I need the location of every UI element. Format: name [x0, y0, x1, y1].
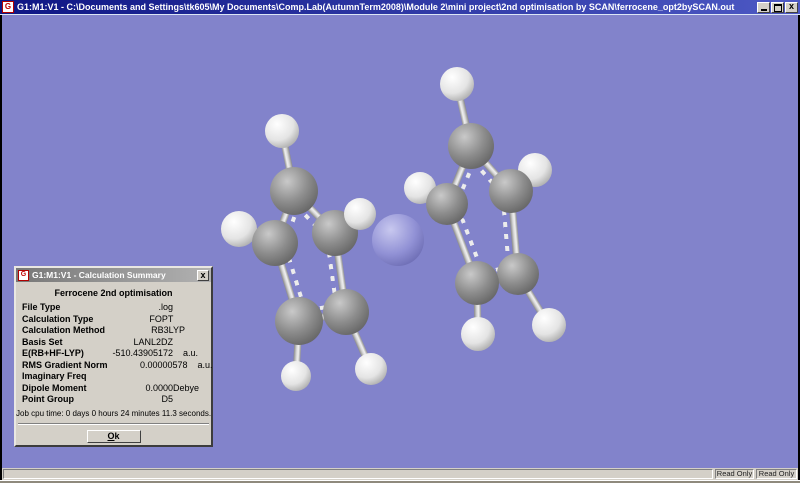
dialog-separator [18, 423, 209, 425]
summary-header: Ferrocene 2nd optimisation [16, 288, 211, 300]
atom-H[interactable] [461, 317, 495, 351]
row-unit: a.u. [188, 360, 226, 372]
row-label: RMS Gradient Norm [16, 360, 108, 372]
summary-row-energy: E(RB+HF-LYP) -510.43905172 a.u. [16, 348, 211, 360]
row-label: File Type [16, 302, 93, 314]
minimize-button[interactable] [757, 2, 770, 13]
row-label: Point Group [16, 394, 93, 406]
summary-row-dipole-moment: Dipole Moment 0.0000 Debye [16, 383, 211, 395]
row-label: Calculation Type [16, 314, 93, 326]
status-readonly-2: Read Only [756, 469, 797, 479]
row-label: Basis Set [16, 337, 93, 349]
status-panel-main [3, 469, 713, 479]
summary-row-imaginary-freq: Imaginary Freq [16, 371, 211, 383]
row-value: .log [93, 302, 173, 314]
summary-row-point-group: Point Group D5 [16, 394, 211, 406]
restore-icon [774, 4, 782, 12]
dialog-titlebar[interactable]: G G1:M1:V1 - Calculation Summary x [16, 268, 211, 282]
close-icon: x [789, 2, 794, 11]
aromatic-dash [502, 210, 510, 256]
row-unit [173, 337, 211, 349]
summary-row-calculation-method: Calculation Method RB3LYP [16, 325, 211, 337]
row-label: Imaginary Freq [16, 371, 93, 383]
row-unit: Debye [173, 383, 211, 395]
status-bar: Read Only Read Only [2, 468, 798, 480]
caption-buttons: x [757, 2, 798, 13]
row-unit [173, 314, 211, 326]
titlebar[interactable]: G G1:M1:V1 - C:\Documents and Settings\t… [0, 0, 800, 14]
row-label: Calculation Method [16, 325, 105, 337]
row-unit [185, 325, 223, 337]
atom-C[interactable] [275, 297, 323, 345]
row-unit [173, 394, 211, 406]
row-value: 0.0000 [93, 383, 173, 395]
atom-C[interactable] [497, 253, 539, 295]
calculation-summary-dialog: G G1:M1:V1 - Calculation Summary x Ferro… [14, 266, 213, 447]
atom-C[interactable] [448, 123, 494, 169]
row-value: RB3LYP [105, 325, 185, 337]
gaussview-icon: G [2, 1, 14, 13]
dialog-title: G1:M1:V1 - Calculation Summary [32, 270, 194, 280]
row-value: FOPT [93, 314, 173, 326]
atom-H[interactable] [532, 308, 566, 342]
restore-button[interactable] [771, 2, 784, 13]
atom-H[interactable] [281, 361, 311, 391]
atom-C[interactable] [426, 183, 468, 225]
row-value: -510.43905172 [93, 348, 173, 360]
atom-C[interactable] [455, 261, 499, 305]
row-value: D5 [93, 394, 173, 406]
row-unit: a.u. [173, 348, 211, 360]
atom-C[interactable] [489, 169, 533, 213]
atom-Fe[interactable] [372, 214, 424, 266]
ok-label-accel: O [107, 431, 114, 441]
minimize-icon [761, 9, 767, 11]
dialog-close-button[interactable]: x [197, 270, 209, 281]
row-value [93, 371, 173, 383]
close-button[interactable]: x [785, 2, 798, 13]
ok-label-rest: k [115, 431, 120, 441]
row-value: LANL2DZ [93, 337, 173, 349]
row-unit [173, 302, 211, 314]
ok-button[interactable]: Ok [87, 430, 141, 443]
atom-H[interactable] [355, 353, 387, 385]
gaussview-icon: G [18, 270, 29, 281]
status-readonly-1: Read Only [715, 469, 754, 479]
atom-C[interactable] [252, 220, 298, 266]
row-unit [173, 371, 211, 383]
atom-C[interactable] [323, 289, 369, 335]
summary-row-file-type: File Type .log [16, 302, 211, 314]
job-cpu-time: Job cpu time: 0 days 0 hours 24 minutes … [16, 409, 211, 419]
window-title: G1:M1:V1 - C:\Documents and Settings\tk6… [17, 2, 754, 12]
summary-rows: File Type .log Calculation Type FOPT Cal… [16, 302, 211, 406]
row-label: Dipole Moment [16, 383, 93, 395]
summary-row-calculation-type: Calculation Type FOPT [16, 314, 211, 326]
row-label: E(RB+HF-LYP) [16, 348, 93, 360]
close-icon: x [200, 271, 205, 279]
atom-H[interactable] [344, 198, 376, 230]
summary-row-rms-gradient: RMS Gradient Norm 0.00000578 a.u. [16, 360, 211, 372]
summary-row-basis-set: Basis Set LANL2DZ [16, 337, 211, 349]
atom-H[interactable] [265, 114, 299, 148]
row-value: 0.00000578 [108, 360, 188, 372]
atom-C[interactable] [270, 167, 318, 215]
atom-H[interactable] [440, 67, 474, 101]
